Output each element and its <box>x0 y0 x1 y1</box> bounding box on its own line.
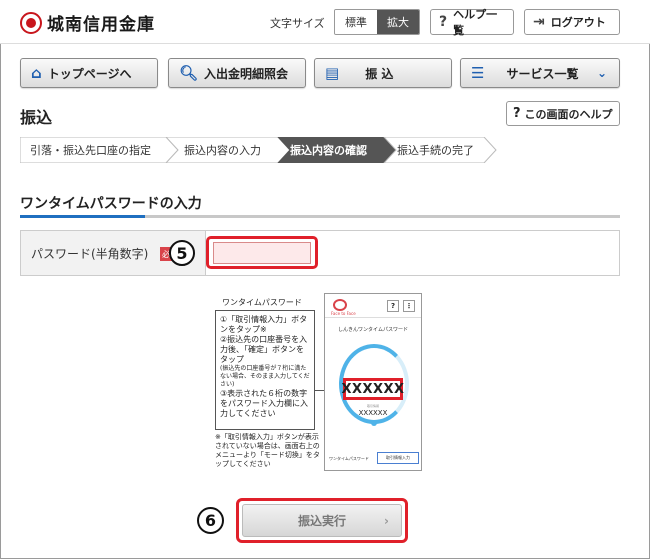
bank-logo[interactable]: 城南信用金庫 <box>20 10 155 35</box>
instruction-step-2-note: (振込先の口座番号が７桁に満たない場合、そのまま入力してください) <box>220 365 310 388</box>
bank-name: 城南信用金庫 <box>47 15 155 35</box>
timer-dot <box>371 420 377 426</box>
nav-transfer[interactable]: ▤ 振 込 <box>314 58 452 88</box>
nav-services-label: サービス一覧 <box>506 66 579 81</box>
nav-transfer-label: 振 込 <box>365 66 394 81</box>
help-list-label: ヘルプ一覧 <box>453 8 498 37</box>
question-icon: ? <box>439 14 448 30</box>
app-logo-text: Face to Face <box>331 311 356 316</box>
nav-statement[interactable]: 🔍︎ 入出金明細照会 <box>168 58 306 88</box>
page-help-button[interactable]: ? この画面のヘルプ <box>506 101 620 126</box>
fontsize-large-button[interactable]: 拡大 <box>377 10 419 34</box>
section-title: ワンタイムパスワードの入力 <box>20 196 202 212</box>
fontsize-toggle: 標準 拡大 <box>334 9 420 35</box>
fontsize-label: 文字サイズ <box>270 17 325 30</box>
execute-transfer-button[interactable]: 振込実行 › <box>242 504 402 537</box>
execute-transfer-label: 振込実行 <box>297 514 346 528</box>
header: 城南信用金庫 文字サイズ 標準 拡大 ? ヘルプ一覧 ⇥ ログアウト <box>0 0 650 44</box>
progress-steps: 引落・振込先口座の指定 振込内容の入力 振込内容の確認 振込手続の完了 <box>20 137 500 163</box>
instruction-box: ①「取引情報入力」ボタンをタップ※ ②振込先の口座番号を入力後、「確定」ボタンを… <box>215 310 315 430</box>
logout-icon: ⇥ <box>533 14 545 30</box>
nav-top-page[interactable]: ⌂ トップページへ <box>20 58 158 88</box>
phone-footer-button: 取引情報入力 <box>377 452 419 464</box>
step-2: 振込内容の入力 <box>184 144 261 157</box>
step-3-current: 振込内容の確認 <box>290 144 367 157</box>
app-title: しんきんワンタイムパスワード <box>338 327 408 333</box>
question-icon: ? <box>513 106 521 121</box>
instruction-note: ※「取引情報入力」ボタンが表示されていない場合は、画面右上のメニューより「モード… <box>215 433 320 468</box>
bank-emblem-icon <box>20 11 42 34</box>
instruction-step-3: ③表示された６桁の数字をパスワード入力欄に入力してください <box>220 389 308 418</box>
step-4: 振込手続の完了 <box>397 144 474 157</box>
password-input[interactable] <box>213 242 311 264</box>
page-title: 振込 <box>20 108 53 127</box>
list-icon: ☰ <box>471 64 485 82</box>
logout-label: ログアウト <box>550 16 606 29</box>
chevron-right-icon: › <box>384 513 389 528</box>
nav-services[interactable]: ☰ サービス一覧 ⌄ <box>460 58 620 88</box>
search-doc-icon: 🔍︎ <box>179 64 199 82</box>
step-badge-6: 6 <box>197 507 224 534</box>
phone-header: Face to Face ? ⋮ <box>325 294 421 318</box>
password-label-text: パスワード(半角数字) <box>31 246 149 261</box>
step-1: 引落・振込先口座の指定 <box>30 144 151 157</box>
phone-footer-label: ワンタイムパスワード <box>329 456 369 461</box>
nav-statement-label: 入出金明細照会 <box>204 66 289 81</box>
page-help-label: この画面のヘルプ <box>524 107 613 121</box>
phone-help-icon: ? <box>387 300 399 312</box>
instruction-step-1: ①「取引情報入力」ボタンをタップ※ <box>220 315 308 334</box>
nav-top-page-label: トップページへ <box>47 66 132 81</box>
home-icon: ⌂ <box>31 64 42 82</box>
otp-code-sublabel: 取引情報 <box>366 404 379 408</box>
chevron-down-icon: ⌄ <box>596 66 607 80</box>
step-badge-5: 5 <box>169 240 195 266</box>
fontsize-standard-button[interactable]: 標準 <box>335 10 377 34</box>
phone-illustration: Face to Face ? ⋮ しんきんワンタイムパスワード XXXXXX 取… <box>324 293 422 471</box>
password-row: パスワード(半角数字) 必須 5 <box>20 230 620 276</box>
instruction-step-2: ②振込先の口座番号を入力後、「確定」ボタンをタップ <box>220 335 308 364</box>
otp-code-small: XXXXXX <box>358 409 388 417</box>
otp-code-display: XXXXXX <box>341 378 404 400</box>
section-divider-accent <box>20 215 145 218</box>
logout-button[interactable]: ⇥ ログアウト <box>524 9 620 35</box>
face-to-face-logo-icon <box>333 299 347 311</box>
illustration-title: ワンタイムパスワード <box>222 298 302 307</box>
phone-menu-icon: ⋮ <box>403 300 415 312</box>
help-list-button[interactable]: ? ヘルプ一覧 <box>430 8 514 37</box>
transfer-icon: ▤ <box>325 64 340 82</box>
